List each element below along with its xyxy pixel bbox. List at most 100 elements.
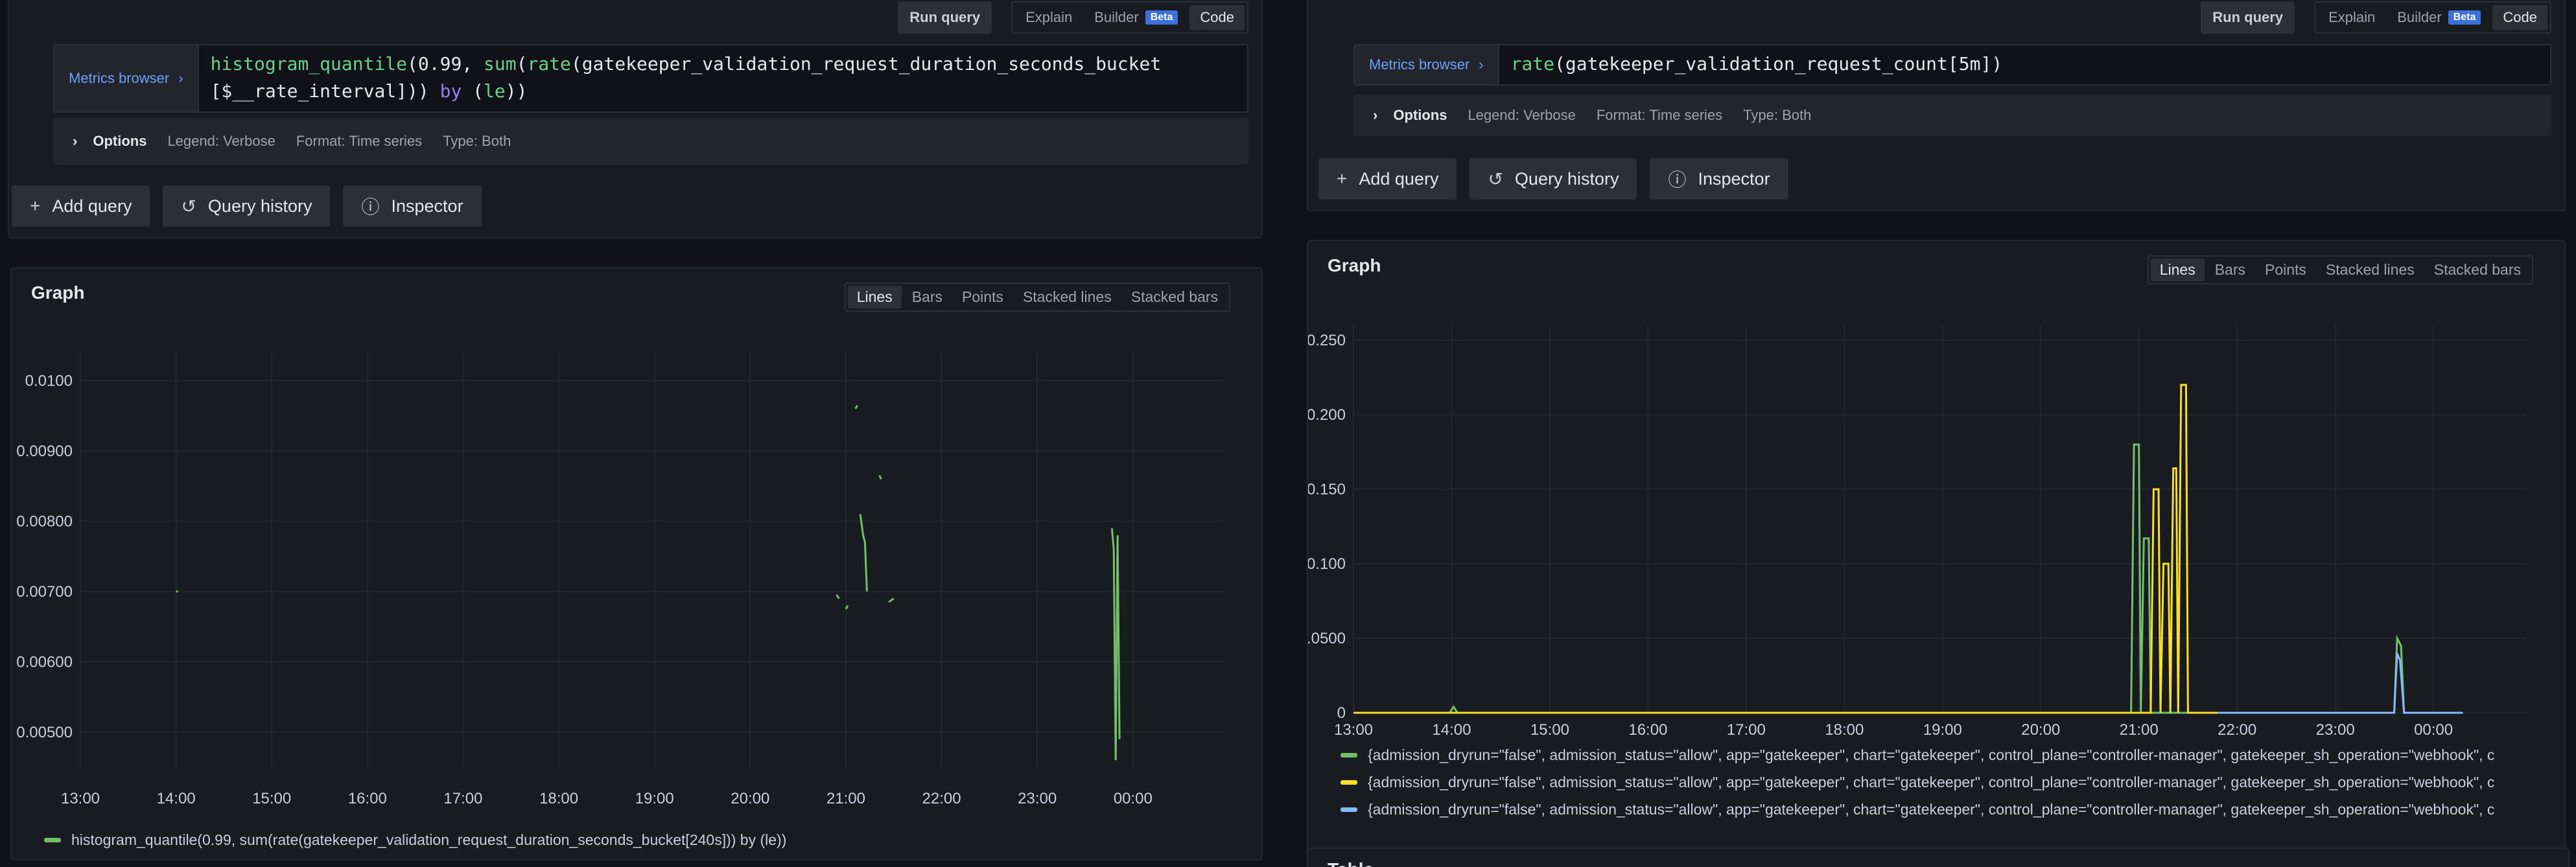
- legend-item[interactable]: {admission_dryrun="false", admission_sta…: [1341, 801, 2494, 818]
- plus-icon: +: [30, 196, 41, 216]
- history-icon: ↺: [181, 196, 196, 216]
- legend-item[interactable]: histogram_quantile(0.99, sum(rate(gateke…: [44, 831, 786, 849]
- run-query-button[interactable]: Run query: [898, 1, 992, 34]
- chevron-right-icon: ›: [1373, 107, 1378, 123]
- series-line-1: [1353, 384, 2218, 714]
- builder-mode-button[interactable]: Builder Beta: [1084, 5, 1188, 30]
- builder-label: Builder: [2397, 9, 2442, 25]
- x-tick-label: 23:00: [1018, 790, 1057, 807]
- x-tick-label: 15:00: [1530, 721, 1569, 739]
- query-history-button[interactable]: ↺ Query history: [163, 185, 331, 227]
- run-query-button[interactable]: Run query: [2201, 1, 2295, 34]
- series-line-2: [2217, 653, 2463, 714]
- request-rate-chart[interactable]: 0 0.0500 0.100 0.150 0.200 0.250 13:00 14:00 15:…: [1308, 241, 2564, 824]
- query-toolbar: Run query Explain Builder Beta Code: [898, 1, 1248, 34]
- left-query-pane: Run query Explain Builder Beta Code Metr…: [0, 0, 1270, 867]
- y-tick-label: 0.200: [1308, 406, 1346, 424]
- y-tick-label: 0.00700: [16, 583, 73, 601]
- series-line-0: [176, 404, 1121, 761]
- x-tick-label: 17:00: [1727, 721, 1766, 739]
- x-tick-label: 15:00: [252, 790, 291, 807]
- table-panel: Table: [1307, 848, 2570, 867]
- code-mode-button[interactable]: Code: [1189, 5, 1245, 30]
- query-history-button[interactable]: ↺ Query history: [1469, 158, 1637, 200]
- info-icon: ⓘ: [361, 197, 380, 217]
- legend-item[interactable]: {admission_dryrun="false", admission_sta…: [1341, 746, 2494, 764]
- add-query-button[interactable]: + Add query: [12, 185, 150, 227]
- options-label: Options: [1393, 107, 1447, 123]
- explain-toggle[interactable]: Explain: [2318, 5, 2385, 30]
- beta-badge: Beta: [1145, 10, 1178, 25]
- y-tick-label: 0.00900: [16, 443, 73, 460]
- x-tick-label: 00:00: [2414, 721, 2453, 739]
- explain-toggle[interactable]: Explain: [1015, 5, 1083, 30]
- x-tick-label: 21:00: [826, 790, 865, 807]
- legend-label: {admission_dryrun="false", admission_sta…: [1368, 801, 2495, 818]
- y-tick-label: 0.00600: [16, 653, 73, 671]
- inspector-button[interactable]: ⓘ Inspector: [343, 185, 482, 227]
- x-tick-label: 00:00: [1114, 790, 1153, 807]
- legend-swatch: [44, 838, 61, 842]
- x-tick-label: 19:00: [635, 790, 674, 807]
- y-tick-label: 0.250: [1308, 332, 1346, 349]
- x-tick-label: 14:00: [1432, 721, 1471, 739]
- options-toggle[interactable]: › Options: [73, 133, 146, 150]
- chevron-right-icon: ›: [73, 133, 78, 149]
- x-tick-label: 16:00: [1628, 721, 1667, 739]
- y-tick-label: 0.150: [1308, 481, 1346, 498]
- query-options-row[interactable]: › Options Legend: Verbose Format: Time s…: [53, 118, 1248, 165]
- legend-option: Legend: Verbose: [1468, 107, 1576, 123]
- builder-mode-button[interactable]: Builder Beta: [2387, 5, 2491, 30]
- query-line-1: histogram_quantile(0.99, sum(rate(gateke…: [210, 53, 1162, 75]
- query-options-row[interactable]: › Options Legend: Verbose Format: Time s…: [1353, 95, 2551, 136]
- query-actions: + Add query ↺ Query history ⓘ Inspector: [1318, 158, 1788, 200]
- latency-chart[interactable]: 0.00500 0.00600 0.00700 0.00800 0.00900 0.010…: [12, 268, 1263, 862]
- history-icon: ↺: [1488, 168, 1503, 189]
- chevron-right-icon: ›: [178, 70, 183, 86]
- query-input-row: Metrics browser › histogram_quantile(0.9…: [53, 44, 1248, 113]
- graph-panel: Graph Lines Bars Points Stacked lines St…: [1307, 240, 2566, 853]
- query-history-label: Query history: [1514, 168, 1619, 189]
- query-toolbar: Run query Explain Builder Beta Code: [2201, 1, 2551, 34]
- graph-panel: Graph Lines Bars Points Stacked lines St…: [10, 267, 1263, 861]
- y-tick-label: 0: [1337, 704, 1346, 722]
- code-mode-button[interactable]: Code: [2492, 5, 2547, 30]
- table-title: Table: [1328, 859, 1374, 867]
- query-input-row: Metrics browser › rate(gatekeeper_valida…: [1353, 44, 2551, 86]
- x-tick-label: 23:00: [2316, 721, 2355, 739]
- query-actions: + Add query ↺ Query history ⓘ Inspector: [12, 185, 482, 227]
- x-tick-label: 20:00: [731, 790, 769, 807]
- format-option: Format: Time series: [296, 133, 423, 149]
- promql-query-input[interactable]: rate(gatekeeper_validation_request_count…: [1499, 44, 2551, 86]
- x-tick-label: 13:00: [1334, 721, 1373, 739]
- legend-swatch: [1341, 753, 1357, 757]
- y-tick-label: 0.00500: [16, 724, 73, 741]
- legend-option: Legend: Verbose: [167, 133, 275, 149]
- query-line-1: rate(gatekeeper_validation_request_count…: [1510, 53, 2003, 75]
- info-icon: ⓘ: [1668, 170, 1687, 190]
- editor-mode-toggle: Explain Builder Beta Code: [2314, 1, 2551, 34]
- legend-label: {admission_dryrun="false", admission_sta…: [1368, 746, 2495, 763]
- metrics-browser-button[interactable]: Metrics browser ›: [1353, 44, 1499, 86]
- metrics-browser-label: Metrics browser: [69, 70, 170, 86]
- options-toggle[interactable]: › Options: [1373, 107, 1447, 124]
- x-tick-label: 14:00: [157, 790, 196, 807]
- promql-query-input[interactable]: histogram_quantile(0.99, sum(rate(gateke…: [198, 44, 1248, 113]
- x-tick-label: 22:00: [922, 790, 961, 807]
- query-line-2: [$__rate_interval])) by (le)): [210, 80, 528, 102]
- inspector-button[interactable]: ⓘ Inspector: [1650, 158, 1788, 200]
- x-tick-label: 13:00: [61, 790, 100, 807]
- add-query-button[interactable]: + Add query: [1318, 158, 1457, 200]
- x-tick-label: 22:00: [2218, 721, 2256, 739]
- beta-badge: Beta: [2448, 10, 2481, 25]
- legend-item[interactable]: {admission_dryrun="false", admission_sta…: [1341, 774, 2494, 791]
- metrics-browser-button[interactable]: Metrics browser ›: [53, 44, 199, 113]
- legend-label: histogram_quantile(0.99, sum(rate(gateke…: [71, 831, 787, 848]
- y-tick-label: 0.100: [1308, 555, 1346, 573]
- inspector-label: Inspector: [391, 196, 463, 216]
- add-query-label: Add query: [1359, 168, 1439, 189]
- x-tick-label: 16:00: [348, 790, 387, 807]
- chevron-right-icon: ›: [1479, 56, 1484, 73]
- editor-mode-toggle: Explain Builder Beta Code: [1011, 1, 1248, 34]
- y-tick-label: 0.00800: [16, 513, 73, 530]
